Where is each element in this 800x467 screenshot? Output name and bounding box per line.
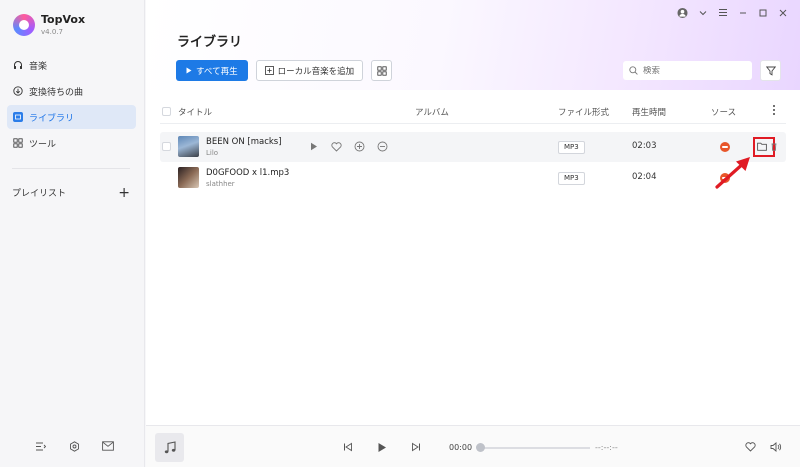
minimize-icon[interactable] bbox=[737, 7, 748, 18]
play-icon[interactable] bbox=[308, 141, 319, 152]
sidebar-footer bbox=[34, 440, 114, 452]
filter-icon bbox=[765, 66, 776, 76]
track-duration: 02:03 bbox=[632, 141, 657, 151]
track-artist: Lilo bbox=[206, 149, 219, 157]
search-input[interactable] bbox=[643, 65, 743, 76]
sidebar-item-music[interactable]: 音楽 bbox=[7, 53, 136, 77]
settings-hex-icon[interactable] bbox=[68, 440, 80, 452]
progress-knob[interactable] bbox=[476, 443, 485, 452]
remove-circle-icon[interactable] bbox=[377, 141, 388, 152]
heart-icon[interactable] bbox=[331, 141, 342, 152]
now-playing-art bbox=[155, 433, 184, 462]
select-all-checkbox[interactable] bbox=[162, 107, 171, 116]
next-track-icon[interactable] bbox=[410, 441, 422, 453]
grid-icon bbox=[376, 65, 387, 76]
app-version: v4.0.7 bbox=[41, 28, 63, 36]
add-local-music-button[interactable]: ローカル音楽を追加 bbox=[255, 60, 364, 81]
row-checkbox[interactable] bbox=[162, 142, 171, 151]
sidebar-item-label: ライブラリ bbox=[29, 113, 75, 124]
sidebar-item-label: 音楽 bbox=[29, 61, 48, 72]
play-all-button[interactable]: すべて再生 bbox=[176, 60, 248, 81]
playlist-section: プレイリスト + bbox=[12, 186, 130, 200]
player-extra-controls bbox=[744, 441, 782, 453]
player-bar: 00:00 --:--:-- bbox=[146, 425, 800, 467]
table-row[interactable]: BEEN ON [macks] Lilo MP3 02:03 bbox=[160, 132, 786, 162]
track-thumbnail bbox=[178, 136, 199, 157]
playback-controls bbox=[342, 441, 422, 453]
time-total: --:--:-- bbox=[595, 443, 618, 452]
format-badge: MP3 bbox=[558, 172, 585, 185]
library-icon bbox=[13, 112, 23, 122]
app-name: TopVox bbox=[41, 13, 86, 26]
sidebar-divider bbox=[12, 168, 130, 169]
track-title: D0GFOOD x l1.mp3 bbox=[206, 168, 290, 178]
col-title[interactable]: タイトル bbox=[178, 106, 212, 118]
table-row[interactable]: D0GFOOD x l1.mp3 slathher MP3 02:04 bbox=[160, 163, 786, 193]
sidebar-item-tools[interactable]: ツール bbox=[7, 131, 136, 155]
grid-icon bbox=[13, 138, 23, 148]
volume-icon[interactable] bbox=[770, 441, 782, 453]
time-current: 00:00 bbox=[449, 443, 473, 452]
close-icon[interactable] bbox=[777, 7, 788, 18]
playlist-label: プレイリスト bbox=[12, 189, 67, 199]
page-title: ライブラリ bbox=[177, 35, 243, 50]
filter-button[interactable] bbox=[760, 60, 781, 81]
window-controls bbox=[677, 7, 788, 18]
sidebar-item-label: ツール bbox=[29, 139, 57, 150]
brand: TopVox v4.0.7 bbox=[13, 14, 85, 36]
more-vertical-icon[interactable] bbox=[772, 104, 776, 119]
sidebar-item-library[interactable]: ライブラリ bbox=[7, 105, 136, 129]
list-settings-icon[interactable] bbox=[34, 440, 46, 452]
heart-icon[interactable] bbox=[744, 441, 756, 453]
maximize-icon[interactable] bbox=[757, 7, 768, 18]
play-icon bbox=[186, 67, 192, 74]
col-album[interactable]: アルバム bbox=[415, 106, 449, 118]
main-content: ライブラリ すべて再生 ローカル音楽を追加 タイトル アルバム bbox=[146, 0, 800, 425]
col-duration[interactable]: 再生時間 bbox=[632, 106, 666, 118]
headphones-icon bbox=[13, 60, 23, 70]
mail-icon[interactable] bbox=[102, 440, 114, 452]
grid-view-button[interactable] bbox=[371, 60, 393, 81]
user-avatar-icon[interactable] bbox=[677, 7, 688, 18]
sidebar-nav: 音楽 変換待ちの曲 ライブラリ ツール bbox=[7, 53, 136, 157]
topvox-logo-icon bbox=[13, 14, 35, 36]
delete-icon[interactable] bbox=[771, 142, 777, 154]
chevron-down-icon[interactable] bbox=[697, 7, 708, 18]
previous-track-icon[interactable] bbox=[342, 441, 354, 453]
add-circle-icon[interactable] bbox=[354, 141, 365, 152]
progress-track[interactable] bbox=[480, 447, 590, 449]
plus-square-icon bbox=[264, 66, 274, 75]
sidebar: TopVox v4.0.7 音楽 変換待ちの曲 ライブラリ ツール プレイリスト… bbox=[0, 0, 145, 467]
sidebar-item-pending[interactable]: 変換待ちの曲 bbox=[7, 79, 136, 103]
sidebar-item-label: 変換待ちの曲 bbox=[29, 87, 84, 98]
track-title: BEEN ON [macks] bbox=[206, 137, 282, 147]
table-header: タイトル アルバム ファイル形式 再生時間 ソース bbox=[160, 100, 786, 124]
menu-icon[interactable] bbox=[717, 7, 728, 18]
search-box[interactable] bbox=[623, 61, 752, 80]
search-icon bbox=[629, 66, 638, 75]
toolbar: すべて再生 ローカル音楽を追加 bbox=[176, 60, 393, 81]
row-actions bbox=[308, 141, 388, 152]
app-window: TopVox v4.0.7 音楽 変換待ちの曲 ライブラリ ツール プレイリスト… bbox=[0, 0, 800, 467]
track-artist: slathher bbox=[206, 180, 235, 188]
download-circle-icon bbox=[13, 86, 23, 96]
track-thumbnail bbox=[178, 167, 199, 188]
play-button[interactable] bbox=[376, 441, 388, 453]
open-folder-icon[interactable] bbox=[757, 142, 767, 154]
track-duration: 02:04 bbox=[632, 172, 657, 182]
col-source[interactable]: ソース bbox=[711, 106, 736, 118]
music-note-icon bbox=[164, 440, 176, 453]
col-format[interactable]: ファイル形式 bbox=[558, 106, 609, 118]
format-badge: MP3 bbox=[558, 141, 585, 154]
add-playlist-icon[interactable]: + bbox=[118, 186, 130, 200]
pointer-arrow-icon bbox=[715, 157, 750, 189]
